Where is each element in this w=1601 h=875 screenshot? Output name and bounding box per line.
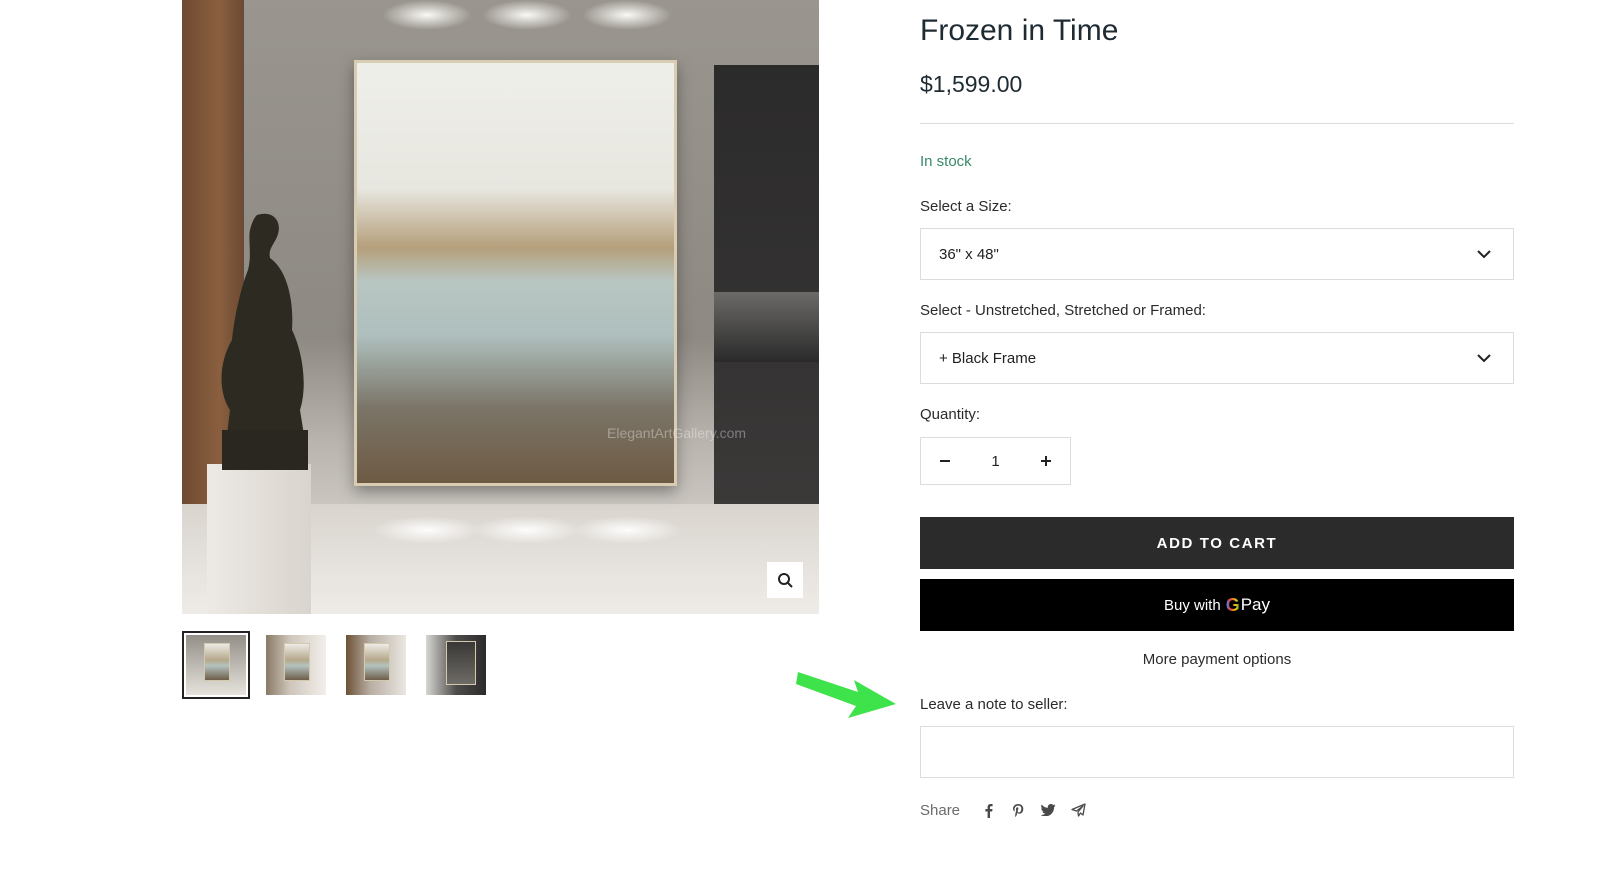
ceiling-light [582,0,672,30]
plus-icon [1041,456,1051,466]
product-price: $1,599.00 [920,71,1023,97]
thumbnail-strip [182,631,490,699]
floor-light [372,516,482,544]
quantity-stepper: 1 [920,437,1071,485]
note-label: Leave a note to seller: [920,696,1068,713]
artwork-painting: ElegantArtGallery.com [354,60,746,486]
thumbnail-4[interactable] [422,631,490,699]
sculpture-pedestal [207,464,311,614]
size-select-value: 36" x 48" [939,245,999,263]
kitchen-shelf [714,292,819,362]
zoom-button[interactable] [767,562,803,598]
floor-light [572,516,682,544]
more-payment-options-link[interactable]: More payment options [920,651,1514,668]
product-title: Frozen in Time [920,14,1119,47]
thumbnail-3[interactable] [342,631,410,699]
share-bar: Share [920,800,1098,820]
thumbnail-2[interactable] [262,631,330,699]
share-label: Share [920,801,961,819]
magnifier-icon [778,573,793,588]
add-to-cart-button[interactable]: ADD TO CART [920,517,1514,569]
quantity-value[interactable]: 1 [976,453,1016,470]
quantity-increase-button[interactable] [1022,438,1070,484]
floor-light [472,516,582,544]
size-select[interactable]: 36" x 48" [920,228,1514,280]
note-to-seller-input[interactable] [920,726,1514,778]
ceiling-light [482,0,572,30]
chevron-down-icon [1477,249,1491,258]
stock-status: In stock [920,153,972,170]
email-icon[interactable] [1068,800,1088,820]
sculpture [221,213,308,470]
pinterest-icon[interactable] [1008,800,1028,820]
facebook-icon[interactable] [978,800,998,820]
ceiling-light [382,0,472,30]
size-label: Select a Size: [920,198,1012,215]
gpay-prefix: Buy with [1163,596,1221,614]
twitter-icon[interactable] [1038,800,1058,820]
google-g-logo-icon: G [1225,594,1240,615]
frame-select[interactable]: + Black Frame [920,332,1514,384]
thumbnail-1[interactable] [182,631,250,699]
product-main-image[interactable]: ElegantArtGallery.com [182,0,819,614]
google-pay-button[interactable]: Buy with G Pay [920,579,1514,631]
minus-icon [940,460,950,462]
watermark-text: ElegantArtGallery.com [607,425,747,441]
annotation-arrow-icon [796,672,896,718]
divider [920,123,1514,124]
gpay-pay: Pay [1240,595,1270,614]
frame-select-value: + Black Frame [939,349,1037,367]
kitchen-cabinets [714,65,819,515]
quantity-label: Quantity: [920,406,981,423]
frame-label: Select - Unstretched, Stretched or Frame… [920,302,1206,319]
quantity-decrease-button[interactable] [921,438,969,484]
chevron-down-icon [1477,353,1491,362]
